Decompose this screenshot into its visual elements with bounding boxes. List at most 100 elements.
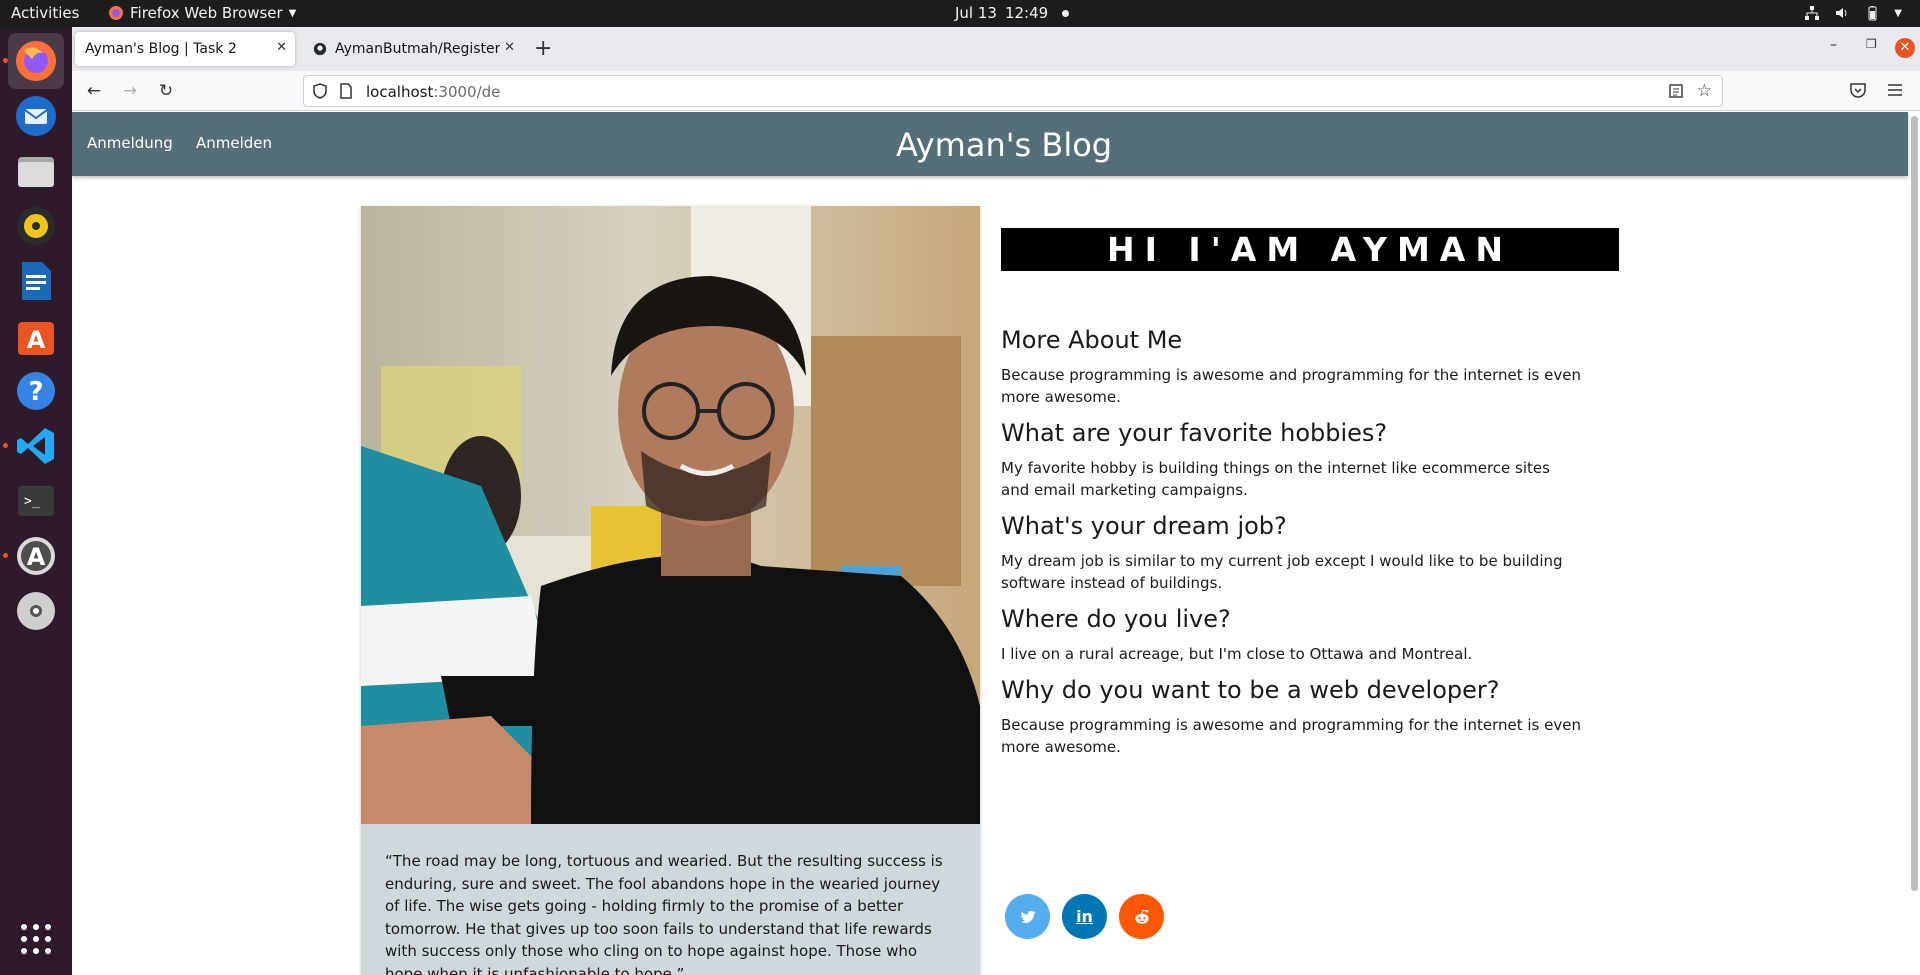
notification-dot-icon xyxy=(1062,9,1070,17)
vscode-icon xyxy=(17,428,54,464)
twitter-icon xyxy=(1020,910,1035,923)
firefox-icon xyxy=(16,41,56,81)
quote-box: “The road may be long, tortuous and wear… xyxy=(361,824,980,975)
page-info-icon[interactable] xyxy=(338,83,354,99)
forward-button[interactable]: → xyxy=(118,79,142,103)
url-path: :3000/de xyxy=(433,83,501,101)
profile-card: “The road may be long, tortuous and wear… xyxy=(361,206,980,975)
caret-down-icon: ▼ xyxy=(1894,7,1902,19)
section-heading: Where do you live? xyxy=(1001,605,1231,633)
dock: A ? >_ A xyxy=(0,27,72,975)
window-close-button[interactable]: ✕ xyxy=(1895,38,1915,58)
section-text: Because programming is awesome and progr… xyxy=(1001,366,1581,406)
show-apps-icon xyxy=(21,924,51,954)
quote-text: “The road may be long, tortuous and wear… xyxy=(385,852,943,975)
dock-vscode[interactable] xyxy=(3,418,64,474)
svg-text:A: A xyxy=(27,543,46,571)
running-indicator xyxy=(3,58,8,63)
tab-aymans-blog[interactable]: Ayman's Blog | Task 2 ✕ xyxy=(75,32,295,66)
linkedin-icon: in xyxy=(1076,907,1093,926)
section-text: My dream job is similar to my current jo… xyxy=(1001,552,1563,592)
caret-down-icon: ▼ xyxy=(288,7,297,19)
close-tab-icon[interactable]: ✕ xyxy=(500,40,515,55)
dock-dvd[interactable] xyxy=(8,583,64,639)
svg-text:>_: >_ xyxy=(24,494,40,509)
rhythmbox-icon xyxy=(17,207,55,245)
dock-firefox[interactable] xyxy=(3,33,64,89)
hero-title: HI I'AM AYMAN xyxy=(1001,228,1619,271)
bookmark-star-icon[interactable]: ☆ xyxy=(1697,81,1712,101)
tab-bar: Ayman's Blog | Task 2 ✕ AymanButmah/Regi… xyxy=(72,27,1920,71)
dock-rhythmbox[interactable] xyxy=(8,198,64,254)
files-icon xyxy=(18,157,54,187)
running-indicator xyxy=(3,443,8,448)
site-navbar: Anmeldung Anmelden Ayman's Blog xyxy=(72,112,1908,176)
profile-photo xyxy=(361,206,980,824)
dock-show-apps[interactable] xyxy=(8,911,64,967)
activities-button[interactable]: Activities xyxy=(11,4,79,22)
nav-link-anmelden[interactable]: Anmelden xyxy=(196,134,272,152)
back-button[interactable]: ← xyxy=(82,79,106,103)
reload-button[interactable]: ↻ xyxy=(154,79,178,103)
portrait-image xyxy=(361,206,980,824)
url-host: localhost xyxy=(366,83,434,101)
section-heading: More About Me xyxy=(1001,326,1183,354)
thunderbird-icon xyxy=(16,96,56,136)
close-tab-icon[interactable]: ✕ xyxy=(276,40,287,55)
twitter-button[interactable] xyxy=(1005,894,1050,939)
minimize-button[interactable]: – xyxy=(1830,37,1837,53)
dock-writer[interactable] xyxy=(8,253,64,309)
section-heading: What are your favorite hobbies? xyxy=(1001,419,1388,447)
url-bar[interactable]: localhost:3000/de ☆ xyxy=(303,75,1723,107)
section-heading: Why do you want to be a web developer? xyxy=(1001,676,1500,704)
clock-date: Jul 13 xyxy=(955,4,997,22)
app-menu[interactable]: Firefox Web Browser ▼ xyxy=(108,4,296,22)
nav-link-anmeldung[interactable]: Anmeldung xyxy=(87,134,173,152)
pocket-icon[interactable] xyxy=(1849,81,1867,99)
new-tab-button[interactable]: + xyxy=(534,36,552,61)
shield-icon[interactable] xyxy=(312,83,328,99)
software-center-icon: A xyxy=(18,322,54,355)
reader-view-icon[interactable] xyxy=(1668,83,1684,99)
running-indicator xyxy=(3,553,8,558)
dock-thunderbird[interactable] xyxy=(8,88,64,144)
software-updater-icon: A xyxy=(17,537,55,575)
tab-github-repo[interactable]: AymanButmah/Register-L ✕ xyxy=(303,32,523,66)
clock[interactable]: Jul 13 12:49 xyxy=(955,4,1070,22)
system-tray[interactable]: ▼ xyxy=(1804,5,1902,21)
page-viewport: Anmeldung Anmelden Ayman's Blog “The roa… xyxy=(72,112,1920,975)
restore-button[interactable]: ❐ xyxy=(1866,37,1877,51)
battery-icon xyxy=(1868,6,1877,21)
site-brand[interactable]: Ayman's Blog xyxy=(896,126,1112,164)
help-icon: ? xyxy=(17,372,55,410)
section-text: My favorite hobby is building things on … xyxy=(1001,459,1550,499)
page-scrollbar[interactable] xyxy=(1911,116,1918,891)
reddit-icon xyxy=(1134,909,1149,924)
dock-help[interactable]: ? xyxy=(8,363,64,419)
firefox-small-icon xyxy=(109,6,123,20)
svg-text:A: A xyxy=(27,326,46,354)
volume-icon xyxy=(1836,8,1847,18)
section-text: I live on a rural acreage, but I'm close… xyxy=(1001,645,1473,663)
dock-files[interactable] xyxy=(8,143,64,199)
network-icon xyxy=(1805,6,1820,20)
section-text: Because programming is awesome and progr… xyxy=(1001,716,1581,756)
section-heading: What's your dream job? xyxy=(1001,512,1287,540)
github-icon xyxy=(313,42,327,56)
app-menu-label: Firefox Web Browser xyxy=(130,4,283,22)
navigation-toolbar: ← → ↻ localhost:3000/de ☆ xyxy=(72,71,1920,111)
hamburger-menu-icon[interactable] xyxy=(1886,81,1904,99)
reddit-button[interactable] xyxy=(1119,894,1164,939)
tab-title: Ayman's Blog | Task 2 xyxy=(85,41,237,57)
dock-terminal[interactable]: >_ xyxy=(8,473,64,529)
dock-software[interactable]: A xyxy=(8,308,64,364)
url-text[interactable]: localhost:3000/de xyxy=(366,83,500,101)
about-section: More About Me Because programming is awe… xyxy=(1001,325,1581,768)
clock-time: 12:49 xyxy=(1004,4,1049,22)
terminal-icon: >_ xyxy=(18,486,54,516)
writer-icon xyxy=(22,262,51,300)
svg-text:?: ? xyxy=(28,377,43,407)
dock-updater[interactable]: A xyxy=(3,528,64,584)
linkedin-button[interactable]: in xyxy=(1062,894,1107,939)
tab-title: AymanButmah/Register-L xyxy=(335,41,505,57)
